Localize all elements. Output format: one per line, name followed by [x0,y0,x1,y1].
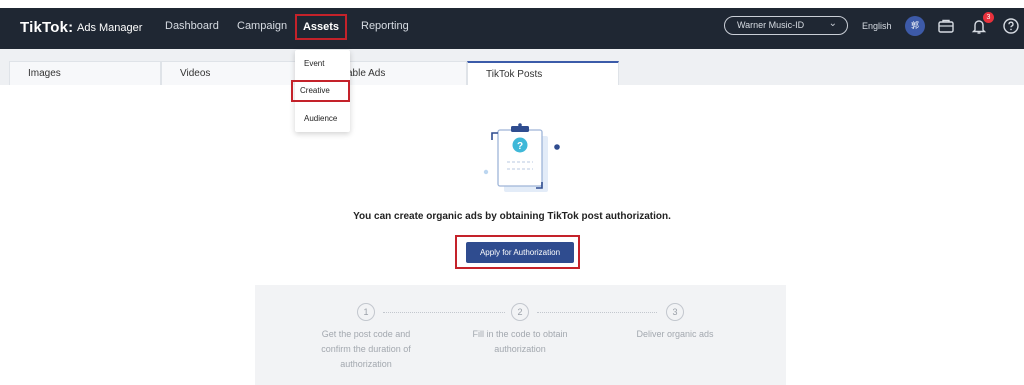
chevron-down-icon: ⌄ [828,18,837,29]
step-1-text: Get the post code and confirm the durati… [301,327,431,372]
step-1-line-3: authorization [340,359,392,369]
nav-dashboard[interactable]: Dashboard [165,20,219,32]
authorization-steps-panel: 1 2 3 Get the post code and confirm the … [255,285,786,385]
nav-assets-label: Assets [302,21,340,33]
menu-item-event[interactable]: Event [295,53,350,75]
menu-item-audience[interactable]: Audience [295,108,350,130]
top-navigation-bar: TikTok: Ads Manager Dashboard Campaign A… [0,0,1024,49]
notification-badge: 3 [983,12,994,23]
step-connector-1 [383,312,505,313]
step-connector-2 [537,312,657,313]
avatar[interactable]: 郭 [905,16,925,36]
nav-campaign[interactable]: Campaign [237,20,287,32]
tab-tiktok-posts-label: TikTok Posts [486,69,543,80]
asset-tabs: Images Videos able Ads TikTok Posts [0,49,1024,85]
step-1-line-1: Get the post code and [321,329,411,339]
tab-tiktok-posts[interactable]: TikTok Posts [467,61,619,85]
language-selector[interactable]: English [862,21,892,31]
step-3-line-1: Deliver organic ads [636,329,714,339]
authorization-illustration: ? [478,120,568,200]
assets-dropdown-menu: Event Creative Audience [291,50,350,132]
account-name: Warner Music-ID [737,20,805,30]
avatar-text: 郭 [911,21,919,30]
ads-manager-label: Ads Manager [77,22,143,34]
nav-assets[interactable]: Assets [295,14,347,40]
step-2-number: 2 [511,303,529,321]
app-frame: TikTok: Ads Manager Dashboard Campaign A… [0,0,1024,385]
account-selector[interactable]: Warner Music-ID ⌄ [724,16,848,35]
step-3-number: 3 [666,303,684,321]
authorization-message: You can create organic ads by obtaining … [353,211,671,222]
step-3-text: Deliver organic ads [610,327,740,342]
step-2-line-1: Fill in the code to obtain [472,329,568,339]
menu-item-creative[interactable]: Creative [291,80,350,102]
tab-videos[interactable]: Videos [161,61,306,85]
svg-text:?: ? [517,141,523,152]
nav-reporting[interactable]: Reporting [361,20,409,32]
step-1-line-2: confirm the duration of [321,344,411,354]
help-icon[interactable] [1001,16,1021,36]
tab-playable-ads-label: able Ads [347,68,386,79]
step-1-number: 1 [357,303,375,321]
apply-authorization-button[interactable]: Apply for Authorization [466,242,574,263]
briefcase-icon[interactable] [936,16,956,36]
step-2-line-2: authorization [494,344,546,354]
tab-images-label: Images [28,68,61,79]
tab-images[interactable]: Images [9,61,161,85]
tiktok-logo[interactable]: TikTok: [20,19,73,36]
tab-videos-label: Videos [180,68,211,79]
step-2-text: Fill in the code to obtain authorization [455,327,585,357]
